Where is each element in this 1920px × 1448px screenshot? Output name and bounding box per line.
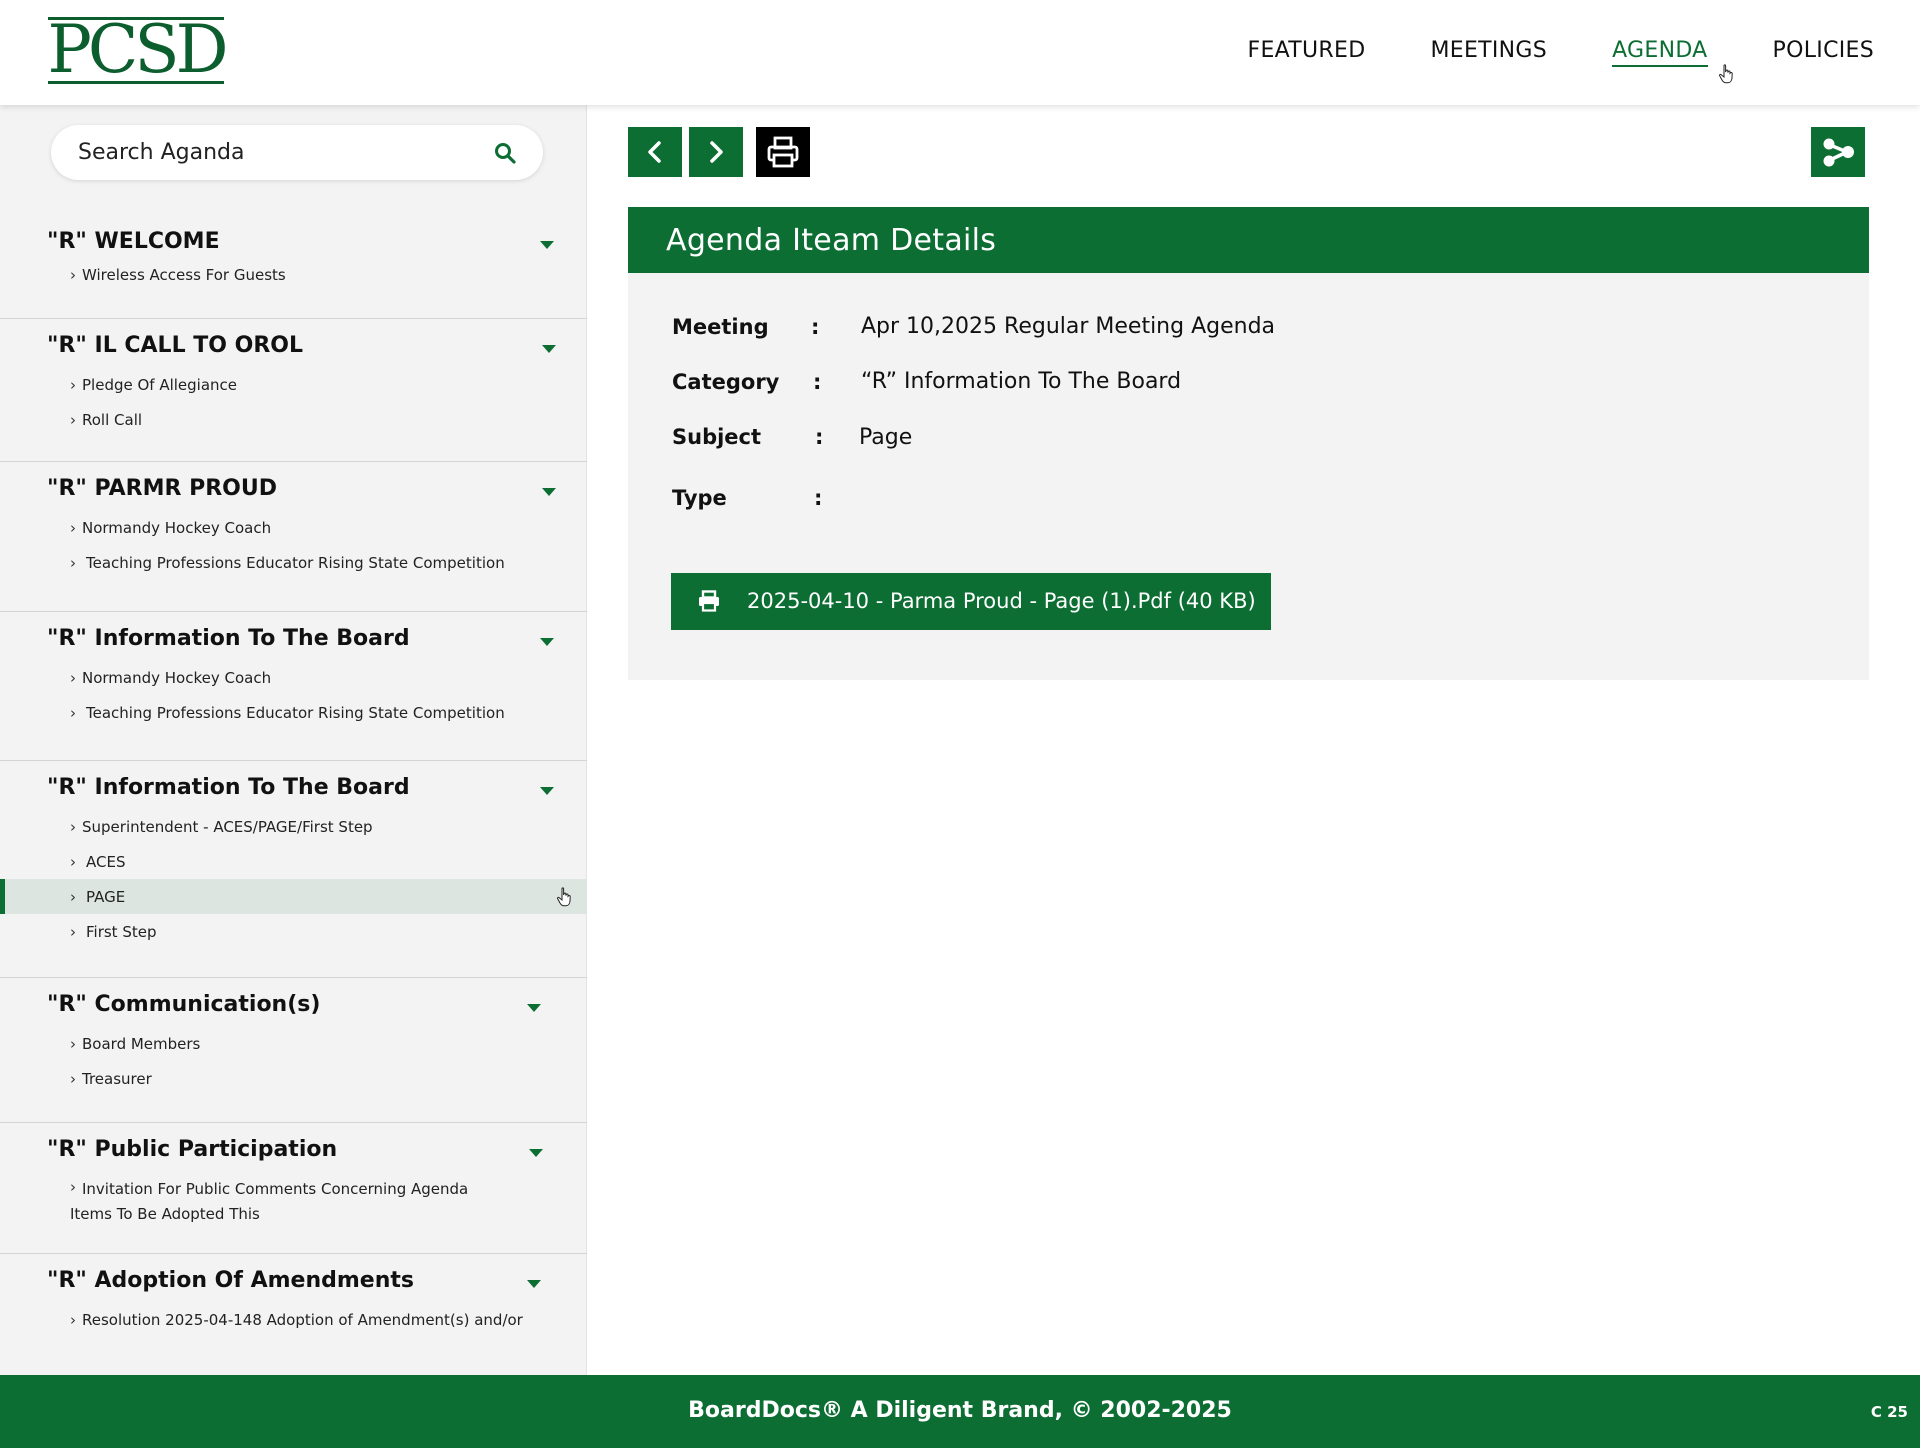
meeting-value: Apr 10,2025 Regular Meeting Agenda — [861, 314, 1276, 339]
sidebar-item-page-selected[interactable]: › PAGE — [0, 879, 587, 914]
sidebar-item-first-step[interactable]: › First Step — [0, 914, 587, 949]
chevron-right-icon: › — [70, 376, 76, 394]
caret-down-icon[interactable] — [540, 638, 554, 646]
search-agenda-field[interactable]: Search Aganda — [51, 125, 543, 180]
hand-cursor-icon — [1719, 64, 1733, 84]
sidebar-item-aces[interactable]: › ACES — [0, 844, 587, 879]
chevron-right-icon: › — [70, 853, 76, 871]
sidebar-item-roll-call[interactable]: › Roll Call — [0, 402, 587, 437]
caret-down-icon[interactable] — [527, 1004, 541, 1012]
sidebar-item-wireless-access[interactable]: › Wireless Access For Guests — [0, 257, 587, 292]
caret-down-icon[interactable] — [527, 1280, 541, 1288]
footer-copyright: BoardDocs® A Diligent Brand, © 2002-2025 — [688, 1398, 1232, 1423]
agenda-section-call-to-order: "R" IL CALL TO OROL › Pledge Of Allegian… — [0, 319, 587, 462]
section-title[interactable]: "R" Public Participation — [47, 1137, 337, 1162]
caret-down-icon[interactable] — [529, 1149, 543, 1157]
section-title[interactable]: "R" Communication(s) — [47, 992, 320, 1017]
chevron-right-icon: › — [70, 1178, 76, 1196]
nav-meetings[interactable]: MEETINGS — [1430, 37, 1547, 67]
sidebar-item-educator-rising[interactable]: › Teaching Professions Educator Rising S… — [0, 695, 587, 730]
section-title[interactable]: "R" Adoption Of Amendments — [47, 1268, 414, 1293]
footer-version: C 25 — [1870, 1403, 1908, 1421]
top-header: PCSD FEATURED MEETINGS AGENDA POLICIES — [0, 0, 1920, 105]
details-panel-header: Agenda Iteam Details — [628, 207, 1869, 273]
details-panel-body: Meeting : Apr 10,2025 Regular Meeting Ag… — [628, 273, 1869, 680]
print-button[interactable] — [756, 127, 810, 177]
details-heading: Agenda Iteam Details — [666, 223, 997, 258]
search-input[interactable]: Search Aganda — [78, 140, 244, 165]
logo-text: PCSD — [47, 11, 228, 88]
nav-featured[interactable]: FEATURED — [1248, 37, 1366, 67]
nav-agenda[interactable]: AGENDA — [1612, 37, 1708, 67]
agenda-sidebar: Search Aganda "R" WELCOME › Wireless Acc… — [0, 105, 587, 1375]
section-title[interactable]: "R" WELCOME — [47, 229, 220, 254]
main-nav: FEATURED MEETINGS AGENDA POLICIES — [1248, 37, 1875, 67]
share-icon — [1823, 138, 1854, 167]
pcsd-logo[interactable]: PCSD — [46, 11, 229, 88]
chevron-right-icon: › — [70, 669, 76, 687]
chevron-right-icon: › — [70, 1070, 76, 1088]
sidebar-item-board-members[interactable]: › Board Members — [0, 1026, 587, 1061]
nav-policies[interactable]: POLICIES — [1773, 37, 1874, 67]
page-footer: BoardDocs® A Diligent Brand, © 2002-2025… — [0, 1375, 1920, 1448]
printer-icon — [699, 590, 719, 612]
chevron-right-icon: › — [70, 818, 76, 836]
chevron-right-icon: › — [70, 923, 76, 941]
agenda-section-information-board-1: "R" Information To The Board › Normandy … — [0, 612, 587, 761]
previous-item-button[interactable] — [628, 127, 682, 177]
chevron-right-icon: › — [70, 888, 76, 906]
sidebar-item-treasurer[interactable]: › Treasurer — [0, 1061, 587, 1096]
field-separator: : — [815, 425, 824, 449]
sidebar-item-superintendent[interactable]: › Superintendent - ACES/PAGE/First Step — [0, 809, 587, 844]
field-separator: : — [813, 370, 822, 394]
item-label-line-2: Items To Be Adopted This — [70, 1205, 260, 1223]
chevron-right-icon: › — [70, 1035, 76, 1053]
section-title[interactable]: "R" IL CALL TO OROL — [47, 333, 303, 358]
sidebar-item-normandy-hockey[interactable]: › Normandy Hockey Coach — [0, 510, 587, 545]
search-icon[interactable] — [493, 141, 517, 165]
section-title[interactable]: "R" Information To The Board — [47, 626, 410, 651]
agenda-section-communications: "R" Communication(s) › Board Members › T… — [0, 978, 587, 1123]
section-title[interactable]: "R" PARMR PROUD — [47, 476, 277, 501]
caret-down-icon[interactable] — [542, 345, 556, 353]
chevron-right-icon: › — [70, 704, 76, 722]
chevron-right-icon: › — [70, 1311, 76, 1329]
type-label: Type — [672, 486, 727, 510]
caret-down-icon[interactable] — [542, 488, 556, 496]
category-label: Category — [672, 370, 780, 394]
sidebar-item-normandy-hockey[interactable]: › Normandy Hockey Coach — [0, 660, 587, 695]
next-item-button[interactable] — [689, 127, 743, 177]
subject-label: Subject — [672, 425, 762, 449]
attachment-filename: 2025-04-10 - Parma Proud - Page (1).Pdf … — [747, 589, 1256, 613]
chevron-right-icon: › — [70, 554, 76, 572]
subject-value: Page — [859, 425, 913, 450]
section-title[interactable]: "R" Information To The Board — [47, 775, 410, 800]
field-separator: : — [811, 315, 820, 339]
printer-icon — [767, 136, 799, 168]
sidebar-item-resolution[interactable]: › Resolution 2025-04-148 Adoption of Ame… — [0, 1302, 587, 1337]
attachment-download-button[interactable]: 2025-04-10 - Parma Proud - Page (1).Pdf … — [671, 573, 1271, 630]
agenda-section-information-board-2: "R" Information To The Board › Superinte… — [0, 761, 587, 978]
agenda-section-welcome: "R" WELCOME › Wireless Access For Guests — [0, 215, 587, 319]
sidebar-item-pledge[interactable]: › Pledge Of Allegiance — [0, 367, 587, 402]
agenda-section-parma-proud: "R" PARMR PROUD › Normandy Hockey Coach … — [0, 462, 587, 612]
agenda-section-public-participation: "R" Public Participation › Invitation Fo… — [0, 1123, 587, 1254]
logo-bottom-rule — [48, 81, 224, 84]
chevron-right-icon: › — [70, 266, 76, 284]
agenda-section-adoption-amendments: "R" Adoption Of Amendments › Resolution … — [0, 1254, 587, 1375]
field-separator: : — [814, 486, 823, 510]
chevron-left-icon — [648, 141, 661, 163]
share-button[interactable] — [1811, 127, 1865, 177]
caret-down-icon[interactable] — [540, 241, 554, 249]
chevron-right-icon: › — [70, 519, 76, 537]
sidebar-item-public-comments[interactable]: › Invitation For Public Comments Concern… — [0, 1173, 587, 1228]
meeting-label: Meeting — [672, 315, 769, 339]
chevron-right-icon: › — [70, 411, 76, 429]
sidebar-item-educator-rising[interactable]: › Teaching Professions Educator Rising S… — [0, 545, 587, 580]
item-label-line-1: Invitation For Public Comments Concernin… — [82, 1180, 469, 1198]
hand-cursor-icon — [557, 887, 571, 907]
category-value: “R” Information To The Board — [861, 369, 1182, 394]
caret-down-icon[interactable] — [540, 787, 554, 795]
chevron-right-icon — [710, 141, 723, 163]
